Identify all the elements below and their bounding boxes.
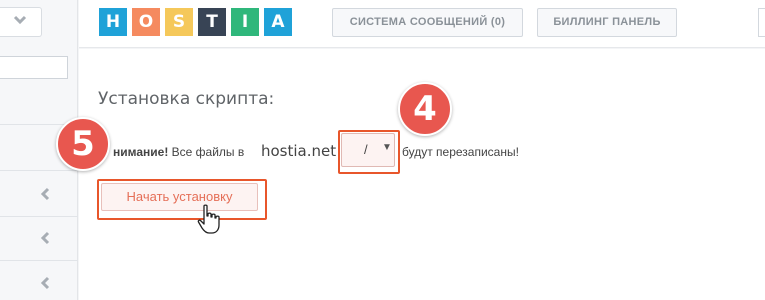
- install-path-select[interactable]: / ▼: [341, 133, 395, 167]
- logo-tile: H: [99, 8, 127, 36]
- domain-label: hostia.net: [261, 142, 337, 160]
- sidebar-search-input[interactable]: [0, 56, 68, 79]
- logo-tile: T: [198, 8, 226, 36]
- caret-down-icon: ▼: [382, 142, 392, 153]
- logo-tile: S: [165, 8, 193, 36]
- chevron-down-icon: [12, 12, 28, 31]
- hostia-logo[interactable]: HOSTIA: [99, 8, 292, 36]
- warning-label: нимание!: [113, 145, 169, 159]
- chevron-left-icon[interactable]: [40, 187, 50, 201]
- top-header: HOSTIA СИСТЕМА СООБЩЕНИЙ (0) БИЛЛИНГ ПАН…: [79, 0, 765, 48]
- chevron-left-icon[interactable]: [40, 276, 50, 290]
- logo-tile: O: [132, 8, 160, 36]
- step-badge-5: 5: [56, 117, 110, 171]
- step-badge-4: 4: [398, 82, 452, 136]
- chevron-left-icon[interactable]: [40, 231, 50, 245]
- warning-text: нимание! Все файлы в: [113, 145, 244, 159]
- sidebar-divider: [0, 216, 78, 217]
- sidebar-divider: [0, 170, 78, 171]
- warning-message: Все файлы в: [168, 145, 245, 159]
- page-title: Установка скрипта:: [98, 89, 275, 109]
- sidebar-toggle-button[interactable]: [0, 7, 42, 37]
- logo-tile: A: [264, 8, 292, 36]
- messages-button[interactable]: СИСТЕМА СООБЩЕНИЙ (0): [332, 8, 523, 37]
- install-path-value: /: [364, 142, 368, 157]
- start-install-button[interactable]: Начать установку: [101, 183, 258, 211]
- header-right-button[interactable]: [758, 8, 765, 37]
- hand-cursor-icon: [197, 204, 220, 234]
- billing-panel-button[interactable]: БИЛЛИНГ ПАНЕЛЬ: [537, 8, 677, 37]
- overwrite-warning: будут перезаписаны!: [402, 145, 519, 159]
- logo-tile: I: [231, 8, 259, 36]
- sidebar-divider: [0, 260, 78, 261]
